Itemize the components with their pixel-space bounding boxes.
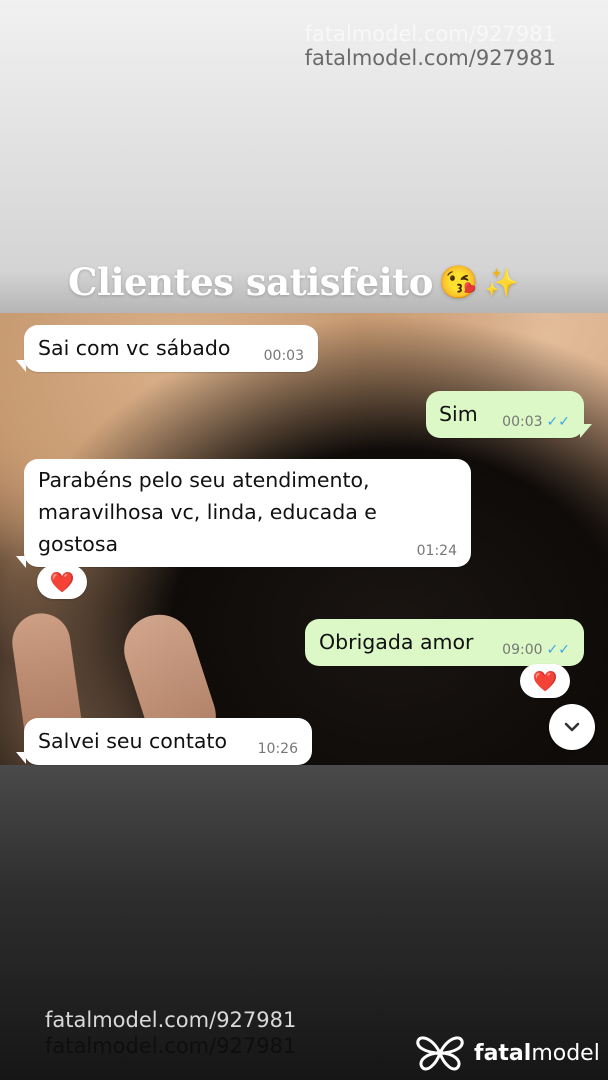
- kiss-emoji-icon: 😘: [438, 263, 479, 301]
- message-time: 09:00: [502, 642, 543, 658]
- message-incoming[interactable]: Sai com vc sábado 00:03: [24, 325, 318, 372]
- heart-icon[interactable]: ❤️: [37, 565, 87, 599]
- message-time: 01:24: [416, 543, 457, 559]
- message-outgoing[interactable]: Sim 00:03 ✓✓: [426, 391, 584, 438]
- message-text: Salvei seu contato: [38, 729, 228, 753]
- message-text: Sim: [439, 402, 478, 426]
- watermark-top: fatalmodel.com/927981: [304, 46, 556, 70]
- butterfly-logo-icon: [416, 1036, 464, 1071]
- message-text: Sai com vc sábado: [38, 336, 231, 360]
- story-headline: Clientes satisfeito 😘 ✨: [68, 260, 519, 304]
- watermark-top-ghost: fatalmodel.com/927981: [304, 22, 556, 46]
- watermark-bottom-ghost: fatalmodel.com/927981: [45, 1034, 297, 1058]
- message-time: 00:03: [502, 414, 543, 430]
- message-time-wrap: 09:00 ✓✓: [502, 642, 570, 658]
- message-time: 00:03: [263, 348, 304, 364]
- logo-text: fatalmodel: [474, 1041, 600, 1066]
- headline-text: Clientes satisfeito: [68, 260, 433, 304]
- double-check-icon: ✓✓: [546, 642, 570, 658]
- message-outgoing[interactable]: Obrigada amor 09:00 ✓✓: [305, 619, 584, 666]
- message-time-wrap: 00:03 ✓✓: [502, 414, 570, 430]
- message-incoming[interactable]: Parabéns pelo seu atendimento, maravilho…: [24, 459, 471, 567]
- message-time: 10:26: [257, 741, 298, 757]
- logo-text-prefix: fatal: [474, 1040, 532, 1066]
- message-incoming[interactable]: Salvei seu contato 10:26: [24, 718, 312, 765]
- sparkles-emoji-icon: ✨: [484, 265, 519, 299]
- watermark-bottom: fatalmodel.com/927981: [45, 1008, 297, 1032]
- message-text: Obrigada amor: [319, 630, 474, 654]
- fatalmodel-logo: fatalmodel: [414, 1033, 600, 1073]
- double-check-icon: ✓✓: [546, 414, 570, 430]
- bubble-tail: [580, 424, 592, 438]
- chevron-down-icon: [564, 722, 580, 732]
- logo-text-suffix: model: [531, 1040, 600, 1066]
- heart-icon[interactable]: ❤️: [520, 664, 570, 698]
- scroll-down-button[interactable]: [549, 704, 595, 750]
- message-text: Parabéns pelo seu atendimento, maravilho…: [38, 468, 377, 556]
